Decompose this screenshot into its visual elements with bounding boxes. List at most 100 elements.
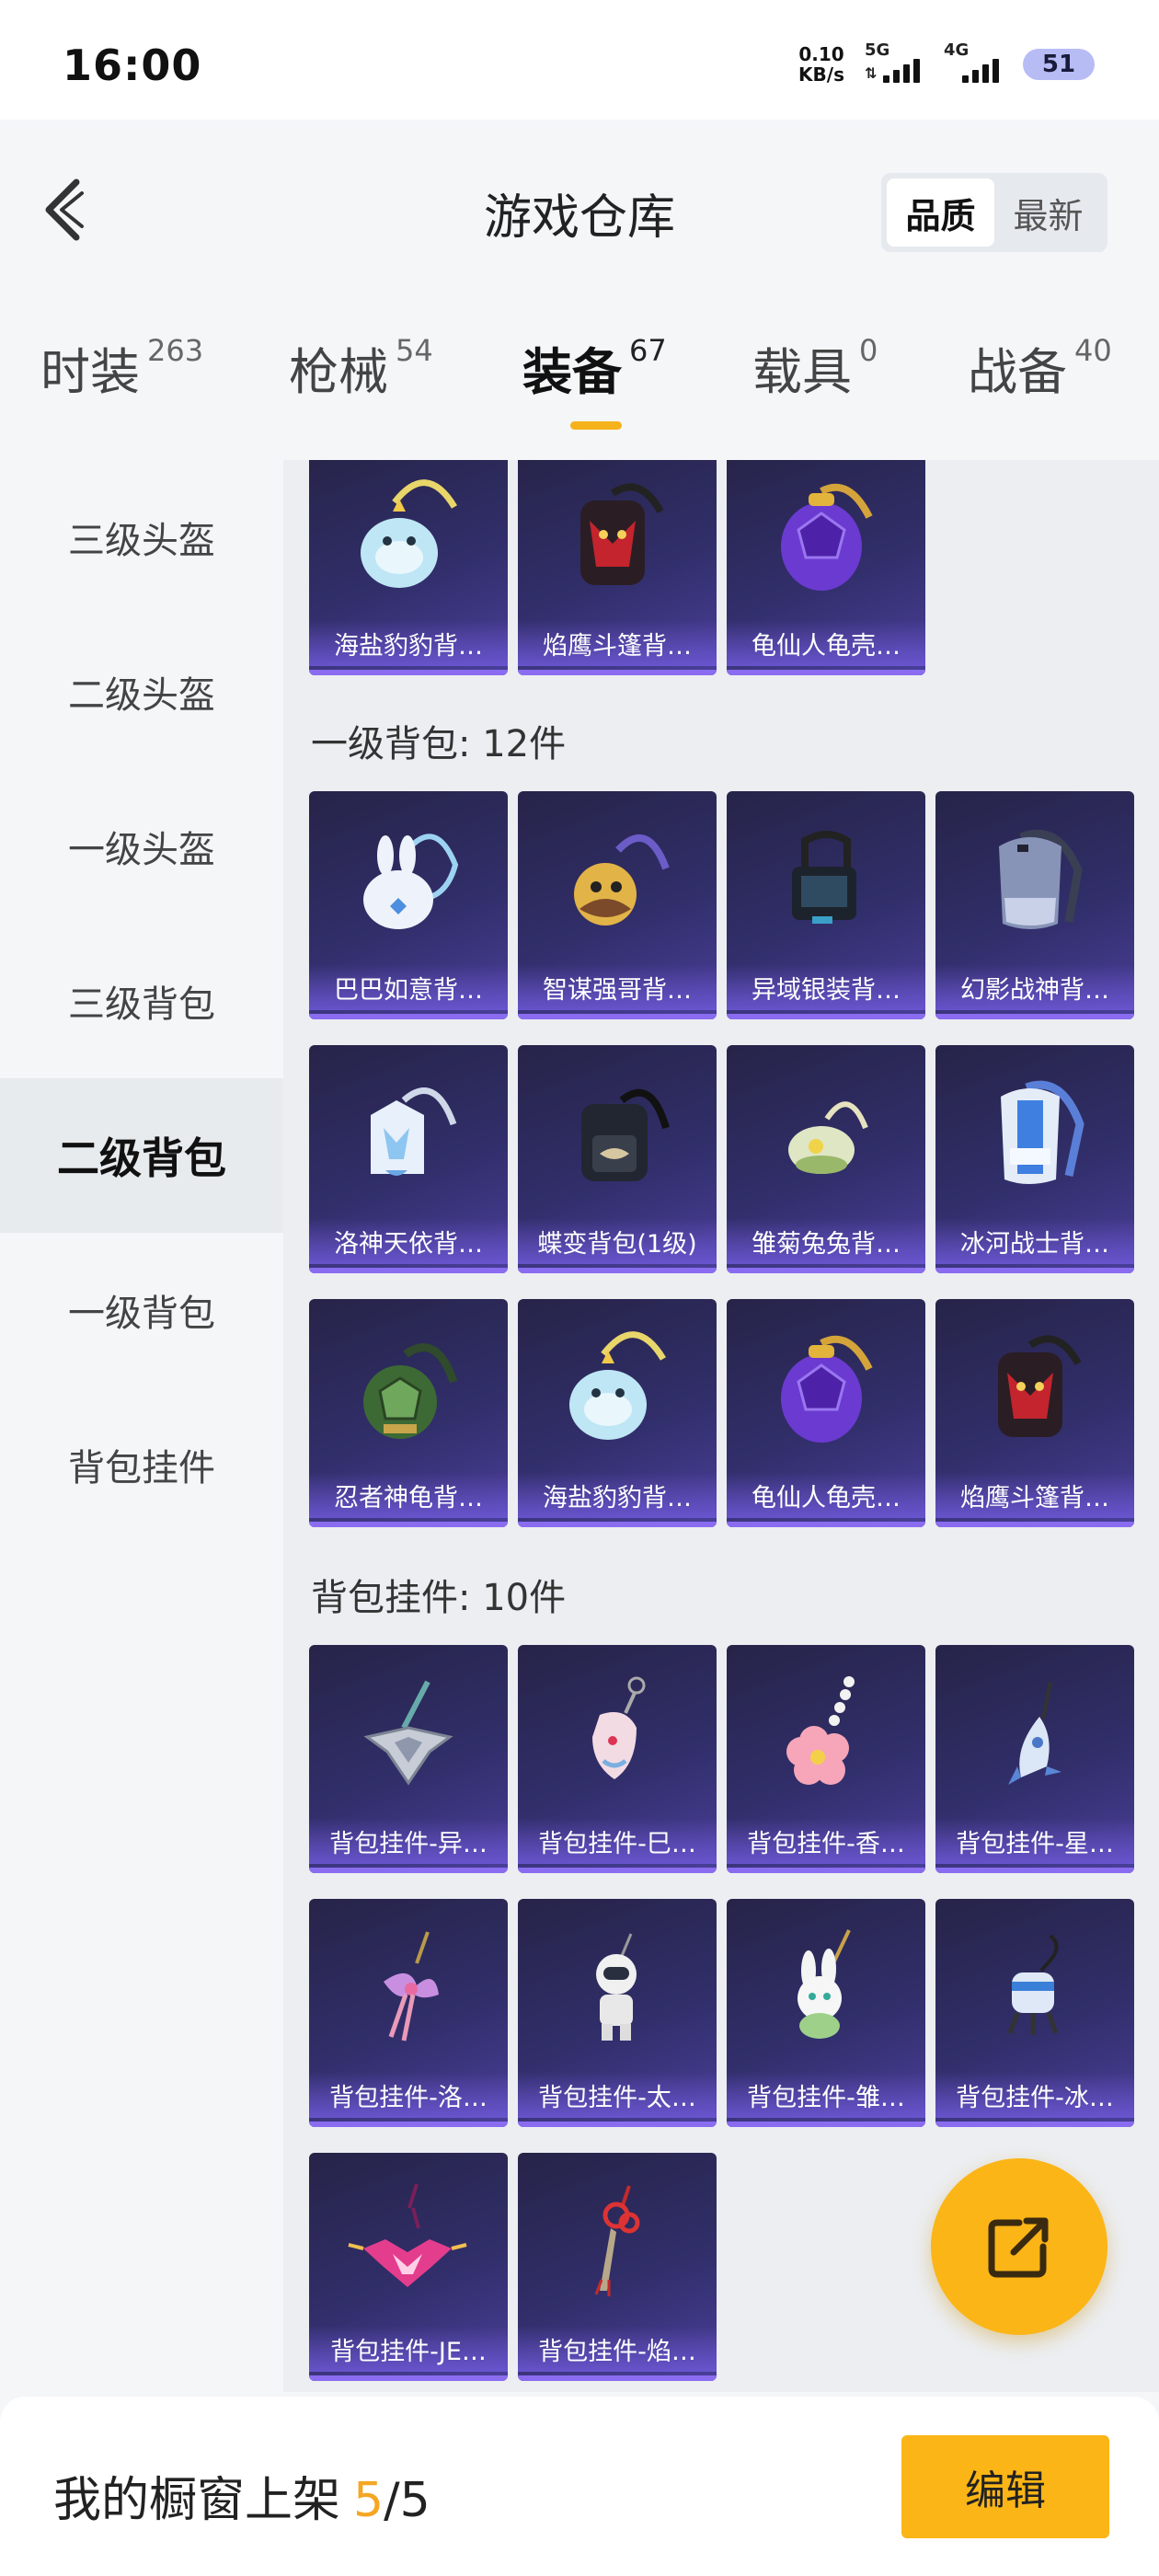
active-tab-indicator (570, 421, 622, 430)
item-name: 蝶变背包(1级) (518, 1218, 717, 1264)
charm-thumbnail (518, 2153, 717, 2328)
sidebar-item-level3-backpack[interactable]: 三级背包 (0, 924, 283, 1078)
backpack-thumbnail (935, 1299, 1134, 1474)
tab-count: 40 (1074, 333, 1112, 368)
showcase-bar: 我的橱窗上架 5 / 5 编辑 (0, 2397, 1159, 2576)
backpack-thumbnail (518, 1045, 717, 1220)
item-card[interactable]: 焰鹰斗篷背… (518, 460, 717, 675)
network-speed: 0.10 KB/s (798, 44, 844, 85)
item-card[interactable]: 海盐豹豹背… (518, 1299, 717, 1527)
backpack-thumbnail (518, 791, 717, 966)
item-card[interactable]: 蝶变背包(1级) (518, 1045, 717, 1273)
sidebar-item-level1-helmet[interactable]: 一级头盔 (0, 769, 283, 924)
item-card[interactable]: 背包挂件-JE… (309, 2153, 508, 2381)
charm-thumbnail (518, 1899, 717, 2074)
item-card[interactable]: 背包挂件-洛… (309, 1899, 508, 2127)
tab-label: 装备 (522, 343, 622, 401)
sidebar-item-level2-backpack[interactable]: 二级背包 (0, 1078, 283, 1233)
tab-label: 枪械 (289, 343, 388, 401)
item-name: 忍者神龟背… (309, 1472, 508, 1518)
item-card[interactable]: 忍者神龟背… (309, 1299, 508, 1527)
item-card[interactable]: 背包挂件-香… (727, 1645, 925, 1873)
backpack-thumbnail (309, 1045, 508, 1220)
item-card[interactable]: 海盐豹豹背… (309, 460, 508, 675)
section-title: 一级背包: 12件 (311, 723, 567, 765)
item-card[interactable]: 冰河战士背… (935, 1045, 1134, 1273)
item-name: 背包挂件-冰… (935, 2072, 1134, 2118)
tab-equipment[interactable]: 装备 67 (522, 331, 667, 404)
item-name: 雏菊兔兔背… (727, 1218, 925, 1264)
item-name: 背包挂件-巳… (518, 1818, 717, 1864)
showcase-total-count: 5 (399, 2473, 430, 2528)
charm-thumbnail (309, 1899, 508, 2074)
sidebar-item-level1-backpack[interactable]: 一级背包 (0, 1233, 283, 1387)
item-card[interactable]: 背包挂件-焰… (518, 2153, 717, 2381)
edit-button[interactable]: 编辑 (901, 2435, 1109, 2538)
tab-firearms[interactable]: 枪械 54 (289, 331, 433, 404)
charm-thumbnail (727, 1645, 925, 1820)
tab-label: 载具 (752, 343, 852, 401)
item-card[interactable]: 背包挂件-雏… (727, 1899, 925, 2127)
showcase-label: 我的橱窗上架 (53, 2473, 341, 2528)
tab-combat-gear[interactable]: 战备 40 (968, 331, 1112, 404)
sort-by-quality[interactable]: 品质 (887, 178, 994, 247)
header: 游戏仓库 品质 最新 时装 263 枪械 54 装备 67 载具 0 战备 40 (0, 120, 1159, 432)
item-name: 异域银装背… (727, 964, 925, 1010)
section-title: 背包挂件: 10件 (311, 1577, 567, 1619)
item-card[interactable]: 异域银装背… (727, 791, 925, 1019)
item-name: 背包挂件-焰… (518, 2326, 717, 2372)
signal-4g-icon: 4G (944, 40, 1003, 83)
item-card[interactable]: 巴巴如意背… (309, 791, 508, 1019)
tab-fashion[interactable]: 时装 263 (40, 331, 203, 404)
sort-by-newest[interactable]: 最新 (994, 178, 1102, 247)
external-link-icon (988, 2217, 1049, 2278)
item-card[interactable]: 雏菊兔兔背… (727, 1045, 925, 1273)
sidebar-item-backpack-charm[interactable]: 背包挂件 (0, 1387, 283, 1542)
category-tabs: 时装 263 枪械 54 装备 67 载具 0 战备 40 (0, 331, 1159, 432)
item-card[interactable]: 背包挂件-冰… (935, 1899, 1134, 2127)
backpack-thumbnail (518, 460, 717, 622)
sidebar-item-level2-helmet[interactable]: 二级头盔 (0, 615, 283, 769)
status-indicators: 0.10 KB/s 5G ⇅ 4G 51 (798, 40, 1095, 85)
backpack-thumbnail (309, 460, 508, 622)
item-card[interactable]: 焰鹰斗篷背… (935, 1299, 1134, 1527)
battery-indicator: 51 (1023, 49, 1095, 80)
item-name: 焰鹰斗篷背… (518, 620, 717, 666)
showcase-status: 我的橱窗上架 5 / 5 (53, 2461, 430, 2530)
item-name: 冰河战士背… (935, 1218, 1134, 1264)
charm-thumbnail (935, 1899, 1134, 2074)
charm-thumbnail (309, 2153, 508, 2328)
sidebar-item-level3-helmet[interactable]: 三级头盔 (0, 460, 283, 615)
backpack-thumbnail (309, 1299, 508, 1474)
share-button[interactable] (931, 2158, 1107, 2335)
item-name: 洛神天依背… (309, 1218, 508, 1264)
item-card[interactable]: 幻影战神背… (935, 791, 1134, 1019)
item-name: 巴巴如意背… (309, 964, 508, 1010)
item-name: 海盐豹豹背… (309, 620, 508, 666)
item-grid: 海盐豹豹背… 焰鹰斗篷背… 龟仙人龟壳… 一级背包: 12件 巴巴如意背… 智谋… (283, 460, 1159, 2392)
item-name: 龟仙人龟壳… (727, 620, 925, 666)
charm-thumbnail (935, 1645, 1134, 1820)
tab-count: 0 (859, 333, 878, 368)
backpack-thumbnail (727, 460, 925, 622)
item-card[interactable]: 龟仙人龟壳… (727, 1299, 925, 1527)
item-name: 焰鹰斗篷背… (935, 1472, 1134, 1518)
tab-count: 67 (629, 333, 667, 368)
item-card[interactable]: 智谋强哥背… (518, 791, 717, 1019)
item-card[interactable]: 洛神天依背… (309, 1045, 508, 1273)
tab-label: 时装 (40, 343, 140, 401)
item-name: 龟仙人龟壳… (727, 1472, 925, 1518)
item-card[interactable]: 背包挂件-巳… (518, 1645, 717, 1873)
backpack-thumbnail (727, 1045, 925, 1220)
item-name: 背包挂件-JE… (309, 2326, 508, 2372)
item-name: 背包挂件-雏… (727, 2072, 925, 2118)
tab-vehicles[interactable]: 载具 0 (752, 331, 878, 404)
backpack-thumbnail (727, 791, 925, 966)
item-card[interactable]: 背包挂件-星… (935, 1645, 1134, 1873)
item-card[interactable]: 龟仙人龟壳… (727, 460, 925, 675)
network-speed-unit: KB/s (798, 63, 844, 86)
item-card[interactable]: 背包挂件-异… (309, 1645, 508, 1873)
tab-label: 战备 (968, 343, 1067, 401)
tab-count: 54 (396, 333, 433, 368)
item-card[interactable]: 背包挂件-太… (518, 1899, 717, 2127)
